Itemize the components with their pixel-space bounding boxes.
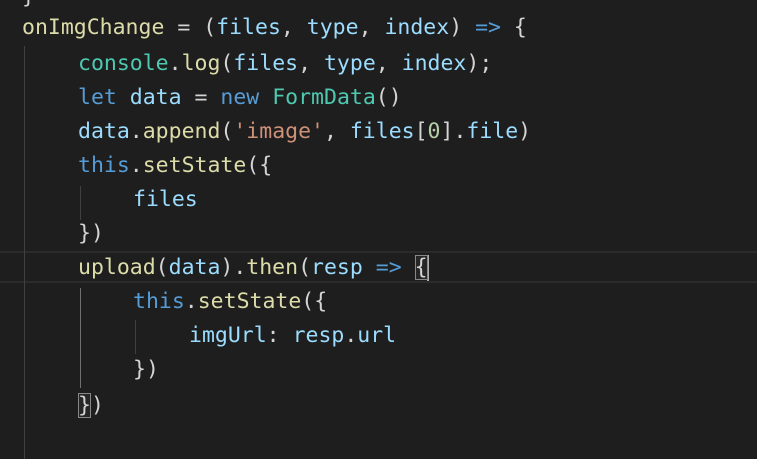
- code-line[interactable]: upload(data).then(resp => {: [78, 251, 429, 285]
- code-line[interactable]: onImgChange = (files, type, index) => {: [22, 11, 527, 45]
- text-cursor: [426, 255, 429, 281]
- code-line[interactable]: let data = new FormData(): [78, 81, 402, 115]
- code-line[interactable]: console.log(files, type, index);: [78, 47, 492, 81]
- code-token: url: [357, 323, 397, 348]
- code-token: =>: [475, 15, 501, 40]
- code-line[interactable]: this.setState({: [78, 149, 272, 183]
- code-token: =>: [375, 255, 402, 280]
- code-token: (: [220, 51, 234, 76]
- code-line[interactable]: }): [133, 353, 159, 387]
- code-token: 'image': [233, 119, 324, 144]
- code-token: new: [220, 85, 260, 110]
- code-token: FormData: [272, 85, 376, 110]
- code-token: files: [133, 187, 198, 212]
- indent-guide: [135, 320, 136, 354]
- code-token: }): [78, 221, 104, 246]
- code-token: ].: [440, 119, 467, 144]
- code-token: 0: [427, 119, 441, 144]
- code-token: = (: [164, 15, 217, 40]
- code-line[interactable]: files: [133, 183, 198, 217]
- code-token: .: [344, 323, 358, 348]
- code-token: then: [246, 255, 299, 280]
- code-line[interactable]: data.append('image', files[0].file): [78, 115, 531, 149]
- code-token: .: [129, 119, 143, 144]
- code-token: }: [22, 0, 35, 9]
- code-token: ,: [298, 51, 324, 76]
- code-token: ,: [375, 51, 402, 76]
- code-token: this: [133, 289, 185, 314]
- code-token: let: [78, 85, 117, 110]
- code-token: files: [233, 51, 299, 76]
- code-token: index: [384, 15, 450, 40]
- code-token: );: [466, 51, 493, 76]
- code-token: ({: [301, 289, 328, 314]
- indent-guide: [24, 46, 25, 459]
- code-token: ,: [280, 15, 307, 40]
- indent-guide: [80, 186, 81, 220]
- code-token: ): [518, 119, 532, 144]
- code-editor[interactable]: }onImgChange = (files, type, index) => {…: [0, 0, 757, 459]
- code-token: (): [375, 85, 402, 110]
- code-token: ).: [220, 255, 247, 280]
- code-token: file: [466, 119, 519, 144]
- code-token: upload: [78, 255, 156, 280]
- code-token: ({: [246, 153, 273, 178]
- code-token: ): [449, 15, 476, 40]
- code-token: data: [129, 85, 182, 110]
- code-token: ,: [358, 15, 385, 40]
- code-line[interactable]: }): [78, 389, 104, 423]
- code-token: console: [78, 51, 169, 76]
- code-token: type: [323, 51, 376, 76]
- code-token: imgUrl: [189, 323, 267, 348]
- code-token: files: [349, 119, 415, 144]
- code-token: setState: [142, 153, 247, 178]
- indent-guide-active: [80, 288, 81, 388]
- code-token: this: [78, 153, 130, 178]
- code-token: onImgChange: [22, 15, 165, 40]
- code-token: resp: [311, 255, 363, 280]
- code-token: files: [216, 15, 281, 40]
- code-token: .: [184, 289, 198, 314]
- code-token: data: [168, 255, 221, 280]
- code-token: {: [500, 15, 527, 40]
- code-token: [: [414, 119, 428, 144]
- code-token: .: [129, 153, 143, 178]
- code-token: }): [133, 357, 159, 382]
- code-token: resp: [292, 323, 345, 348]
- matched-bracket: }: [78, 393, 91, 418]
- code-token: .: [168, 51, 182, 76]
- code-token: (: [298, 255, 312, 280]
- code-line[interactable]: this.setState({: [133, 285, 327, 319]
- code-token: ,: [323, 119, 350, 144]
- code-token: (: [220, 119, 234, 144]
- code-token: type: [306, 15, 359, 40]
- code-token: setState: [197, 289, 302, 314]
- code-token: =: [181, 85, 221, 110]
- code-token: (: [155, 255, 169, 280]
- code-token: data: [78, 119, 130, 144]
- code-token: ): [90, 393, 104, 418]
- code-token: index: [401, 51, 467, 76]
- code-line[interactable]: imgUrl: resp.url: [189, 319, 396, 353]
- code-token: append: [142, 119, 221, 144]
- code-token: :: [266, 323, 293, 348]
- code-line[interactable]: }): [78, 217, 104, 251]
- code-token: log: [181, 51, 221, 76]
